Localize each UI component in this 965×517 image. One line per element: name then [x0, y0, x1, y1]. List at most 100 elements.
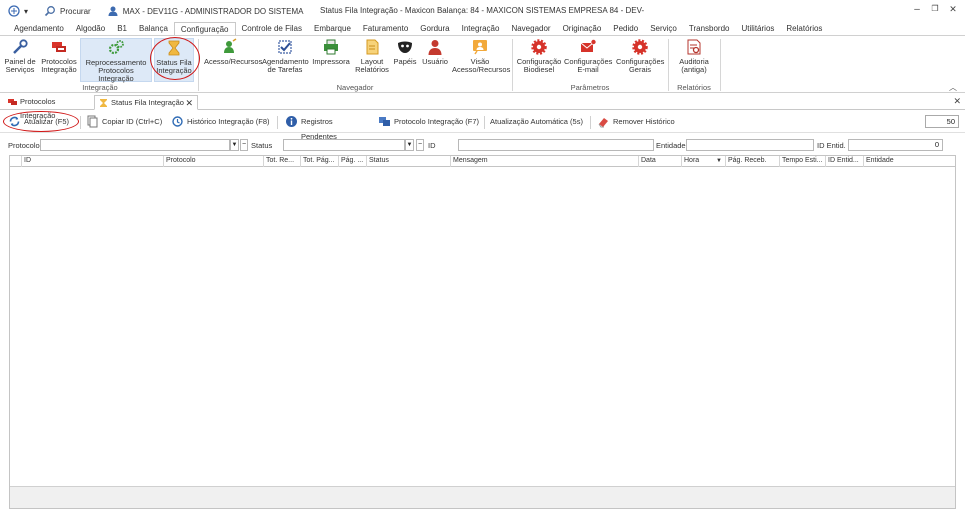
usuario-button[interactable]: Usuário [420, 38, 450, 66]
copy-icon [87, 115, 98, 128]
user-icon [428, 40, 442, 55]
user-label: MAX - DEV11G - ADMINISTRADOR DO SISTEMA [122, 6, 304, 16]
menu-tab-relatorios[interactable]: Relatórios [780, 22, 828, 36]
column-tot-paginas[interactable]: Tot. Pág... [301, 156, 339, 167]
column-data[interactable]: Data [639, 156, 682, 167]
printer-icon [324, 39, 338, 55]
doc-tab-protocolos-integracao[interactable]: Protocolos Integração [4, 95, 92, 120]
id-filter-label: ID [428, 141, 436, 150]
painel-servicos-button[interactable]: Painel de Serviços [4, 38, 36, 74]
ribbon-group-parametros: Parâmetros [570, 83, 610, 92]
menu-tab-balanca[interactable]: Balança [133, 22, 174, 36]
grid-indicator-column [10, 156, 22, 167]
protocols-icon [8, 99, 17, 105]
id-filter-input[interactable] [458, 139, 654, 151]
doc-tab-close-icon[interactable]: ✕ [185, 96, 193, 110]
historico-integracao-button[interactable]: Histórico Integração (F8) [169, 114, 273, 130]
entidade-filter-input[interactable] [686, 139, 814, 151]
id-entid-filter-label: ID Entid. [817, 141, 846, 150]
column-id[interactable]: ID [22, 156, 164, 167]
visao-acesso-recursos-button[interactable]: Visão Acesso/Recursos [452, 38, 510, 74]
configuracoes-gerais-button[interactable]: Configurações Gerais [616, 38, 664, 74]
doc-tab-status-fila-integracao[interactable]: Status Fila Integração ✕ [94, 95, 198, 110]
status-filter-input[interactable] [283, 139, 405, 151]
menu-tab-faturamento[interactable]: Faturamento [357, 22, 414, 36]
column-hora[interactable]: Hora ▼ [682, 156, 726, 167]
status-filter-label: Status [251, 141, 273, 150]
menu-tab-servico[interactable]: Serviço [644, 22, 683, 36]
menu-tab-utilitarios[interactable]: Utilitários [736, 22, 781, 36]
email-settings-icon [580, 39, 597, 52]
menu-tab-integracao[interactable]: Integração [456, 22, 506, 36]
view-access-icon [473, 40, 487, 55]
ribbon-group-integracao: Integração [82, 83, 118, 92]
protocolo-dropdown-icon[interactable]: ▼ [230, 139, 239, 151]
reprocessamento-protocolos-button[interactable]: Reprocessamento Protocolos Integração [80, 38, 152, 83]
info-icon [286, 116, 297, 127]
column-pag-receb[interactable]: Pág. Receb. [726, 156, 780, 167]
menu-tab-embarque[interactable]: Embarque [308, 22, 357, 36]
record-limit-input[interactable]: 50 [925, 115, 959, 128]
menu-tab-b1[interactable]: B1 [111, 22, 133, 36]
search-icon[interactable] [44, 5, 56, 17]
menu-bar: Agendamento Algodão B1 Balança Configura… [0, 22, 965, 36]
entidade-filter-label: Entidade [656, 141, 686, 150]
ribbon-collapse-icon[interactable]: ︿ [949, 82, 957, 93]
menu-tab-originacao[interactable]: Originação [557, 22, 608, 36]
status-clear-button[interactable]: − [416, 139, 424, 151]
menu-tab-algodao[interactable]: Algodão [70, 22, 111, 36]
column-tot-registros[interactable]: Tot. Re... [264, 156, 301, 167]
close-all-tabs-icon[interactable]: ✕ [953, 96, 961, 107]
protocolo-clear-button[interactable]: − [240, 139, 248, 151]
title-bar: ▾ Procurar MAX - DEV11G - ADMINISTRADOR … [0, 0, 965, 22]
remover-historico-button[interactable]: Remover Histórico [595, 114, 679, 130]
menu-tab-gordura[interactable]: Gordura [414, 22, 455, 36]
menu-tab-agendamento[interactable]: Agendamento [8, 22, 70, 36]
protocolo-filter-input[interactable] [40, 139, 230, 151]
app-menu-chevron-icon[interactable]: ▾ [24, 7, 28, 16]
report-layout-icon [366, 39, 379, 55]
protocolo-integracao-button[interactable]: Protocolo Integração (F7) [376, 114, 482, 130]
menu-tab-transbordo[interactable]: Transbordo [683, 22, 736, 36]
copiar-id-button[interactable]: Copiar ID (Ctrl+C) [84, 114, 166, 130]
layout-relatorios-button[interactable]: Layout Relatórios [354, 38, 390, 74]
menu-tab-configuracao[interactable]: Configuração [173, 22, 236, 36]
column-id-entidade[interactable]: ID Entid... [826, 156, 864, 167]
configuracao-biodiesel-button[interactable]: Configuração Biodiesel [516, 38, 562, 74]
atualizacao-automatica-button[interactable]: Atualização Automática (5s) [472, 114, 588, 130]
protocolos-integracao-button[interactable]: Protocolos Integração [40, 38, 78, 74]
acesso-recursos-button[interactable]: Acesso/Recursos [204, 38, 262, 66]
auditoria-antiga-button[interactable]: Auditoria (antiga) [674, 38, 714, 74]
column-tempo-estimado[interactable]: Tempo Esti... [780, 156, 826, 167]
restore-button[interactable]: ❐ [928, 4, 942, 13]
minimize-button[interactable]: – [910, 4, 924, 15]
menu-tab-controle-filas[interactable]: Controle de Filas [236, 22, 308, 36]
status-fila-integracao-button[interactable]: Status Fila Integração [154, 38, 194, 82]
filter-bar: Protocolo ▼ − Status ▼ − ID Entidade ID … [0, 139, 965, 153]
menu-tab-pedido[interactable]: Pedido [607, 22, 644, 36]
ribbon: Painel de Serviços Protocolos Integração R… [0, 35, 965, 93]
grid-header: ID Protocolo Tot. Re... Tot. Pág... Pág.… [10, 156, 955, 167]
checklist-icon [278, 40, 292, 54]
column-protocolo[interactable]: Protocolo [164, 156, 264, 167]
column-entidade[interactable]: Entidade [864, 156, 955, 167]
status-dropdown-icon[interactable]: ▼ [405, 139, 414, 151]
app-menu-icon[interactable] [8, 5, 20, 17]
agendamento-tarefas-button[interactable]: Agendamento de Tarefas [262, 38, 309, 74]
protocols-icon [52, 42, 66, 52]
papeis-button[interactable]: Papéis [392, 38, 418, 66]
column-mensagem[interactable]: Mensagem [451, 156, 639, 167]
registros-pendentes-button[interactable]: Registros Pendentes [283, 114, 369, 141]
user-icon [108, 6, 118, 16]
menu-tab-navegador[interactable]: Navegador [505, 22, 556, 36]
id-entid-filter-input[interactable]: 0 [848, 139, 943, 151]
close-button[interactable]: ✕ [946, 4, 960, 15]
column-status[interactable]: Status [367, 156, 451, 167]
search-button[interactable]: Procurar [60, 7, 91, 16]
ribbon-group-relatorios: Relatórios [677, 83, 711, 92]
configuracoes-email-button[interactable]: Configurações E-mail [564, 38, 612, 74]
atualizar-button[interactable]: Atualizar (F5) [6, 114, 74, 130]
column-pagina[interactable]: Pág. ... [339, 156, 367, 167]
window-title: Status Fila Integração - Maxicon Balança… [320, 6, 645, 15]
impressora-button[interactable]: Impressora [312, 38, 350, 66]
